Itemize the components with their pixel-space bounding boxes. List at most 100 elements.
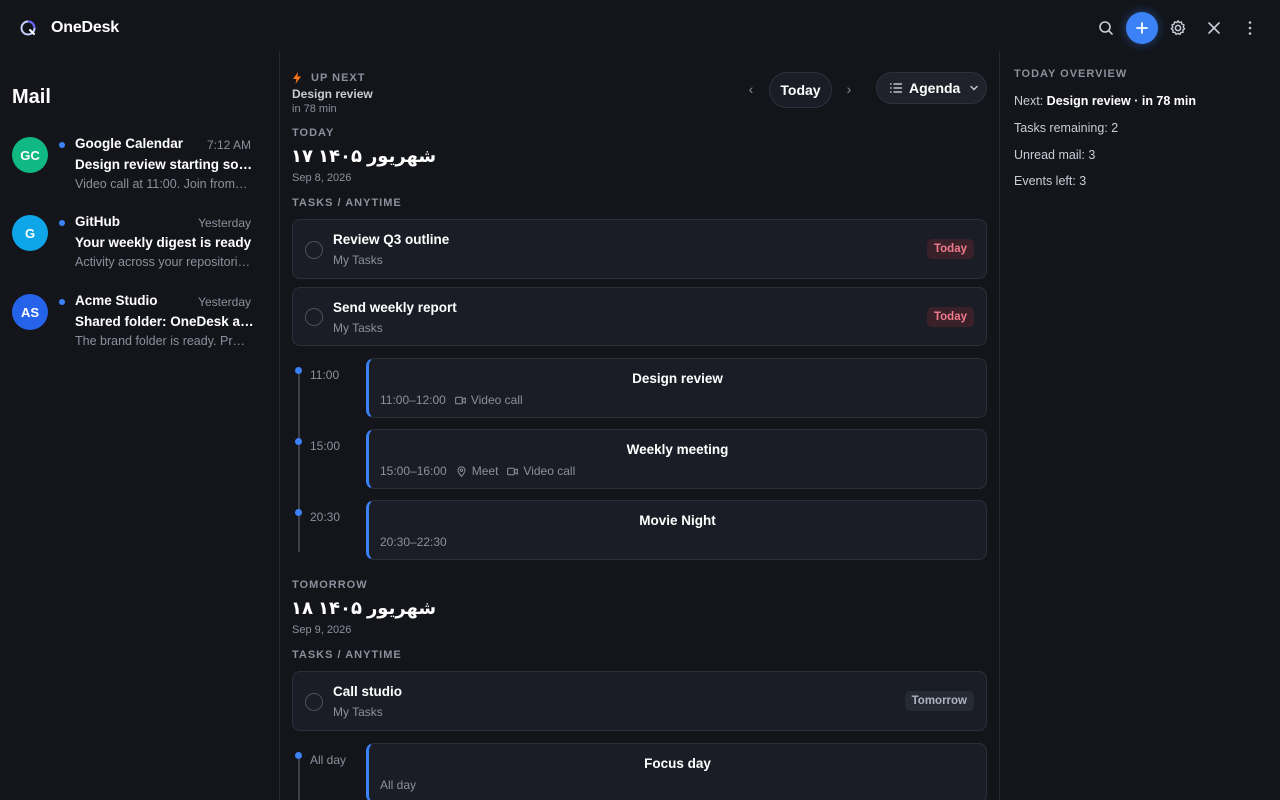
next-day-button[interactable]: › [840,80,858,98]
timeline-dot [295,367,302,374]
mail-item[interactable]: GC Google Calendar 7:12 AM Design review… [0,136,279,207]
task-list-name: My Tasks [333,705,383,719]
up-next-label: UP NEXT [292,72,365,84]
today-button[interactable]: Today [769,72,832,108]
overview-events: Events left: 3 [1014,174,1087,188]
day-gregorian-date: Sep 9, 2026 [292,624,352,636]
day-persian-date: ۱۸ شهریور ۱۴۰۵ [291,598,437,618]
event-meta: 11:00–12:00 Video call [380,393,523,407]
event-title: Weekly meeting [626,442,729,457]
event-card[interactable]: Focus day All day [366,743,987,800]
search-icon[interactable] [1090,12,1122,44]
section-label: TASKS / ANYTIME [292,649,402,661]
view-label: Agenda [909,80,961,96]
avatar: G [12,215,48,251]
event-meta: 20:30–22:30 [380,535,447,549]
unread-indicator [59,220,65,226]
task-card[interactable]: Review Q3 outline My Tasks Today [292,219,987,279]
event-title: Focus day [644,756,711,771]
close-icon[interactable] [1198,12,1230,44]
task-checkbox[interactable] [305,693,323,711]
mail-subject: Shared folder: OneDesk assets [75,314,255,329]
mail-preview: The brand folder is ready. Preview the f… [75,334,251,348]
avatar: AS [12,294,48,330]
event-meta: All day [380,778,416,792]
overview-next-value[interactable]: Design review · in 78 min [1047,94,1196,108]
gear-icon[interactable] [1162,12,1194,44]
event-location: Meet [471,464,499,478]
top-bar: OneDesk [0,0,1280,56]
task-title: Send weekly report [333,300,457,315]
add-icon [1136,22,1148,34]
video-call-icon [454,396,466,404]
task-list-name: My Tasks [333,253,383,267]
mail-sender: Acme Studio [75,293,158,308]
event-start-time: 20:30 [310,510,341,524]
avatar: GC [12,137,48,173]
previous-day-button[interactable]: ‹ [742,80,760,98]
event-card[interactable]: Movie Night 20:30–22:30 [366,500,987,560]
lightning-icon [293,72,301,84]
event-time-range: 11:00–12:00 [380,393,446,407]
app-title: OneDesk [51,19,119,36]
mail-sender: GitHub [75,214,120,229]
event-start-time: 15:00 [310,439,341,453]
timeline-dot [295,438,302,445]
mail-time: Yesterday [198,216,251,230]
task-title: Call studio [333,684,403,699]
event-card[interactable]: Design review 11:00–12:00 Video call [366,358,987,418]
day-label: TODAY [292,127,335,139]
event-call[interactable]: Video call [523,464,575,478]
event-call[interactable]: Video call [471,393,523,407]
overview-next: Next: Design review · in 78 min [1014,94,1196,108]
timeline-dot [295,752,302,759]
event-title: Design review [632,371,723,386]
chevron-down-icon [970,85,979,91]
mail-preview: Activity across your repositories this w… [75,255,251,269]
event-start-time: 11:00 [310,368,340,382]
event-card[interactable]: Weekly meeting 15:00–16:00 Meet Video ca… [366,429,987,489]
timeline-dot [295,509,302,516]
video-call-icon [507,467,519,475]
due-badge: Today [926,239,974,259]
mail-time: 7:12 AM [206,138,251,152]
due-badge: Tomorrow [904,691,974,711]
task-card[interactable]: Send weekly report My Tasks Today [292,287,987,346]
up-next-event[interactable]: Design review [292,87,373,101]
more-vertical-icon[interactable] [1234,12,1266,44]
event-meta: 15:00–16:00 Meet Video call [380,464,575,478]
app-logo-icon [20,20,36,36]
task-checkbox[interactable] [305,308,323,326]
list-icon [890,83,902,93]
section-label: TASKS / ANYTIME [292,197,402,209]
add-button[interactable] [1126,12,1158,44]
task-list-name: My Tasks [333,321,383,335]
day-persian-date: ۱۷ شهریور ۱۴۰۵ [291,146,437,166]
overview-heading: TODAY OVERVIEW [1014,68,1128,80]
overview-tasks: Tasks remaining: 2 [1014,121,1119,135]
mail-subject: Design review starting soon [75,157,255,172]
up-next-time: in 78 min [292,103,337,115]
mail-sender: Google Calendar [75,136,184,151]
view-switcher[interactable]: Agenda [876,72,987,104]
mail-heading: Mail [12,86,51,108]
mail-item[interactable]: G GitHub Yesterday Your weekly digest is… [0,214,279,285]
event-time-range: All day [380,778,417,792]
mail-item[interactable]: AS Acme Studio Yesterday Shared folder: … [0,293,279,364]
day-gregorian-date: Sep 8, 2026 [292,172,352,184]
timeline-line [297,374,300,552]
overview-mail: Unread mail: 3 [1014,148,1096,162]
sidebar-divider [279,52,280,800]
event-start-time: All day [310,753,347,767]
event-time-range: 20:30–22:30 [380,535,447,549]
task-checkbox[interactable] [305,241,323,259]
mail-subject: Your weekly digest is ready [75,235,252,250]
event-title: Movie Night [639,513,716,528]
location-pin-icon [457,465,466,477]
due-badge: Today [926,307,974,327]
unread-indicator [59,299,65,305]
overview-divider [999,52,1000,800]
timeline-line [297,759,300,800]
task-card[interactable]: Call studio My Tasks Tomorrow [292,671,987,731]
up-next-text: UP NEXT [311,72,366,84]
